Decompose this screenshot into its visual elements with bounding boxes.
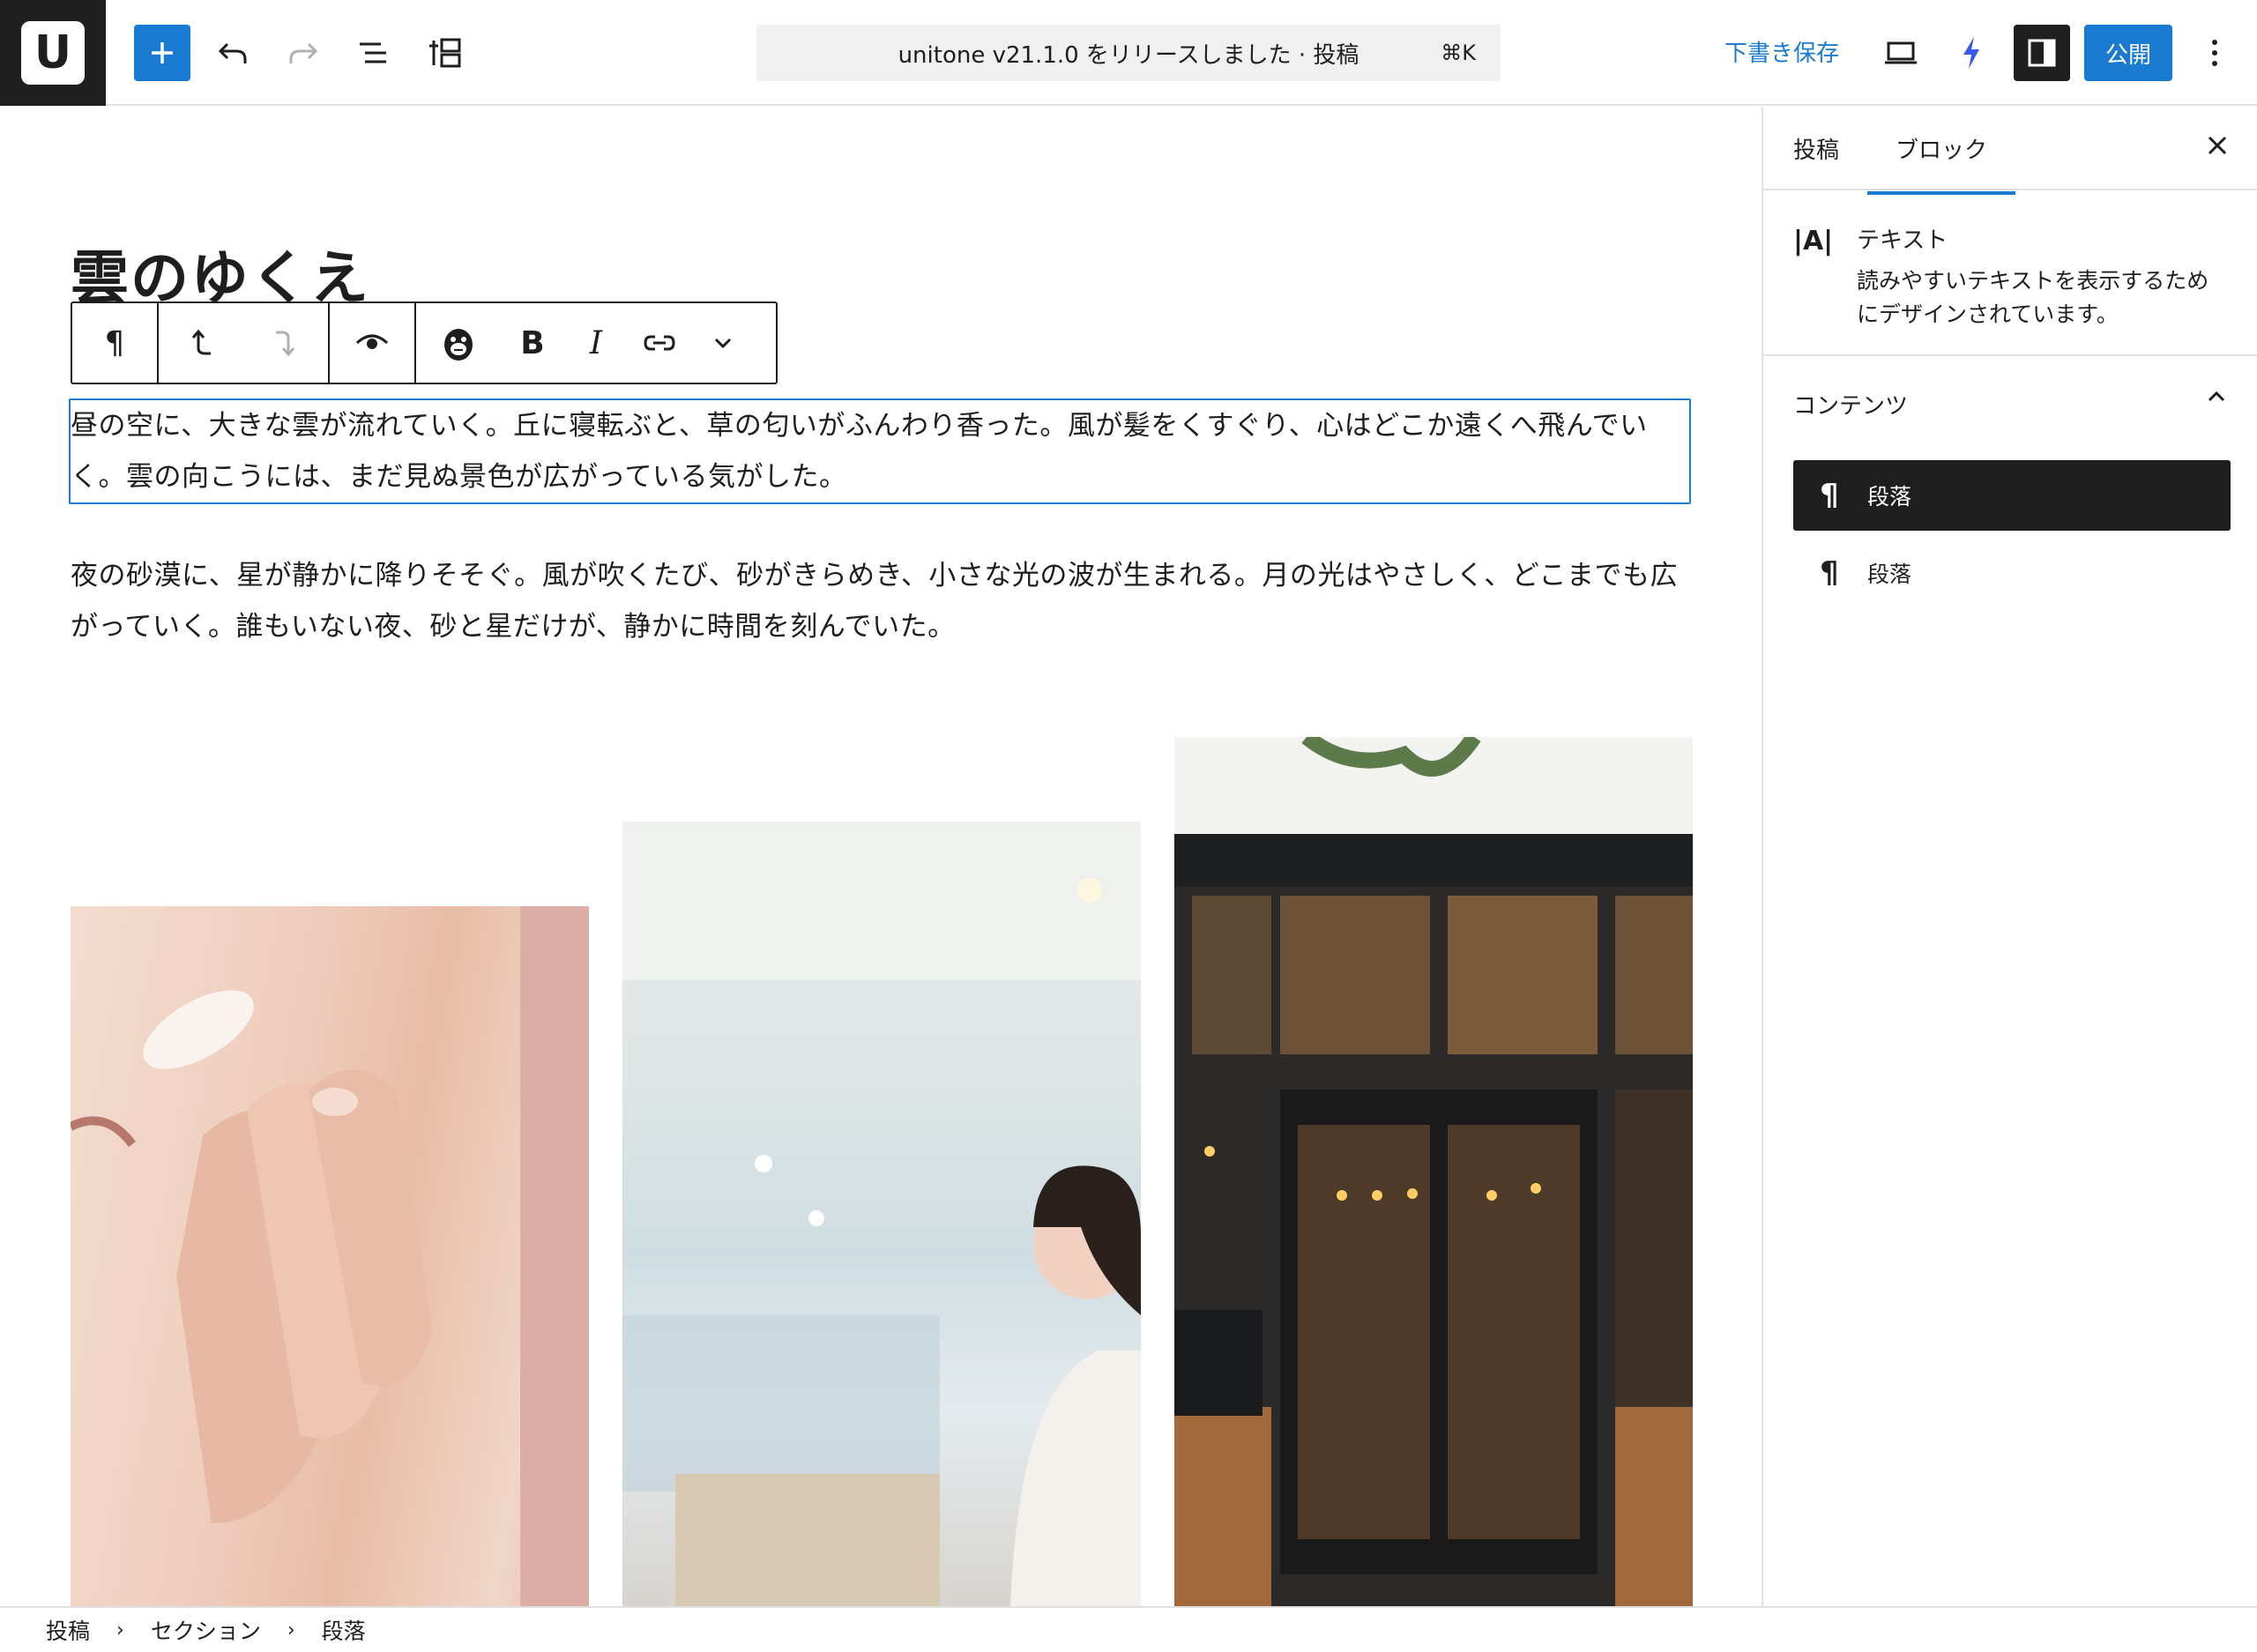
chevron-up-icon bbox=[2208, 391, 2225, 402]
lightning-icon bbox=[1963, 37, 1979, 69]
block-toolbar: ¶ B I bbox=[71, 301, 778, 384]
tab-block[interactable]: ブロック bbox=[1866, 132, 2016, 195]
command-palette-bar[interactable]: unitone v21.1.0 をリリースしました · 投稿 ⌘K bbox=[756, 25, 1501, 81]
ai-assistant-button[interactable] bbox=[416, 303, 501, 383]
sidebar-icon bbox=[2028, 39, 2056, 67]
block-type-group: ¶ bbox=[72, 303, 159, 383]
gallery-image-cafe[interactable] bbox=[1174, 737, 1693, 1606]
content-item-paragraph[interactable]: ¶ 段落 bbox=[1793, 538, 2231, 608]
skincare-photo bbox=[71, 906, 589, 1606]
patterns-icon bbox=[429, 38, 461, 68]
content-item-label: 段落 bbox=[1867, 484, 1912, 510]
move-up-button[interactable] bbox=[159, 303, 243, 383]
performance-button[interactable] bbox=[1943, 25, 2000, 81]
redo-button[interactable] bbox=[275, 25, 331, 81]
more-vertical-icon bbox=[2212, 40, 2217, 66]
editor-canvas: 雲のゆくえ ¶ B I 昼の空に、大きな雲が流れていく。丘に寝転ぶと、草の匂いが… bbox=[0, 108, 1762, 1606]
block-card-description: 読みやすいテキストを表示するためにデザインされています。 bbox=[1857, 268, 2209, 327]
undo-button[interactable] bbox=[205, 25, 261, 81]
chevron-right-icon: › bbox=[287, 1619, 295, 1641]
block-breadcrumb: 投稿 › セクション › 段落 bbox=[0, 1606, 2257, 1652]
document-overview-button[interactable] bbox=[346, 25, 402, 81]
block-patterns-button[interactable] bbox=[416, 25, 473, 81]
paragraph-block[interactable]: 夜の砂漠に、星が静かに降りそそぐ。風が吹くたび、砂がきらめき、小さな光の波が生ま… bbox=[71, 550, 1693, 652]
redo-icon bbox=[289, 42, 318, 63]
list-view-icon bbox=[360, 42, 386, 63]
undo-icon bbox=[218, 42, 247, 63]
office-photo bbox=[622, 822, 1141, 1606]
paragraph-type-button[interactable]: ¶ bbox=[72, 303, 157, 383]
editor-header: U unitone v21.1.0 をリリースしました · 投稿 ⌘K 下書き保… bbox=[0, 0, 2257, 106]
format-group: B I bbox=[416, 303, 755, 383]
content-item-paragraph-selected[interactable]: ¶ 段落 bbox=[1793, 460, 2231, 531]
bold-button[interactable]: B bbox=[501, 303, 564, 383]
text-block-icon: |A| bbox=[1793, 226, 1834, 257]
publish-button[interactable]: 公開 bbox=[2084, 25, 2172, 81]
arrow-turn-up-icon bbox=[191, 329, 211, 355]
chevron-down-icon bbox=[714, 338, 732, 349]
gallery-image-skincare[interactable] bbox=[71, 906, 589, 1606]
eye-icon bbox=[355, 334, 389, 349]
close-icon bbox=[2208, 136, 2227, 155]
plus-icon bbox=[152, 42, 173, 63]
laptop-icon bbox=[1885, 41, 1917, 64]
breadcrumb-item-post[interactable]: 投稿 bbox=[46, 1614, 90, 1646]
shortcut-hint: ⌘K bbox=[1441, 41, 1476, 65]
settings-sidebar: 投稿 ブロック |A| テキスト 読みやすいテキストを表示するためにデザインされ… bbox=[1762, 108, 2257, 1606]
preview-button[interactable] bbox=[1873, 25, 1929, 81]
sidebar-tabs: 投稿 ブロック bbox=[1763, 108, 2257, 195]
logo-icon: U bbox=[21, 21, 85, 85]
breadcrumb-item-paragraph[interactable]: 段落 bbox=[322, 1614, 366, 1646]
link-icon bbox=[644, 335, 675, 351]
content-item-label: 段落 bbox=[1867, 562, 1912, 587]
arrow-turn-down-icon bbox=[276, 331, 295, 357]
chevron-right-icon: › bbox=[116, 1619, 124, 1641]
tab-post[interactable]: 投稿 bbox=[1793, 132, 1839, 165]
options-menu-button[interactable] bbox=[2186, 25, 2243, 81]
gorilla-icon bbox=[444, 329, 473, 361]
block-card-title: テキスト bbox=[1857, 227, 1948, 254]
move-down-button[interactable] bbox=[243, 303, 328, 383]
breadcrumb-item-section[interactable]: セクション bbox=[151, 1614, 261, 1646]
gallery-image-office[interactable] bbox=[622, 822, 1141, 1606]
italic-icon: I bbox=[589, 324, 603, 361]
cafe-photo bbox=[1174, 737, 1693, 1606]
italic-button[interactable]: I bbox=[564, 303, 628, 383]
bold-icon: B bbox=[520, 324, 545, 361]
settings-toggle-button[interactable] bbox=[2014, 25, 2070, 81]
link-button[interactable] bbox=[628, 303, 691, 383]
paragraph-icon: ¶ bbox=[104, 324, 125, 361]
contents-panel-header[interactable]: コンテンツ bbox=[1763, 356, 2257, 444]
paragraph-block-selected[interactable]: 昼の空に、大きな雲が流れていく。丘に寝転ぶと、草の匂いがふんわり香った。風が髪を… bbox=[69, 398, 1691, 504]
move-group bbox=[159, 303, 330, 383]
visibility-button[interactable] bbox=[330, 303, 414, 383]
block-card: |A| テキスト 読みやすいテキストを表示するためにデザインされています。 bbox=[1763, 190, 2257, 356]
close-sidebar-button[interactable] bbox=[2206, 134, 2229, 160]
logo-letter: U bbox=[34, 26, 72, 79]
more-format-button[interactable] bbox=[691, 303, 755, 383]
paragraph-icon: ¶ bbox=[1820, 478, 1839, 513]
site-logo-button[interactable]: U bbox=[0, 0, 106, 106]
add-block-button[interactable] bbox=[134, 25, 190, 81]
save-draft-button[interactable]: 下書き保存 bbox=[1724, 35, 1839, 68]
visibility-group bbox=[330, 303, 416, 383]
document-title: unitone v21.1.0 をリリースしました · 投稿 bbox=[898, 41, 1359, 69]
contents-panel-title: コンテンツ bbox=[1793, 393, 1909, 420]
paragraph-icon: ¶ bbox=[1820, 555, 1839, 591]
